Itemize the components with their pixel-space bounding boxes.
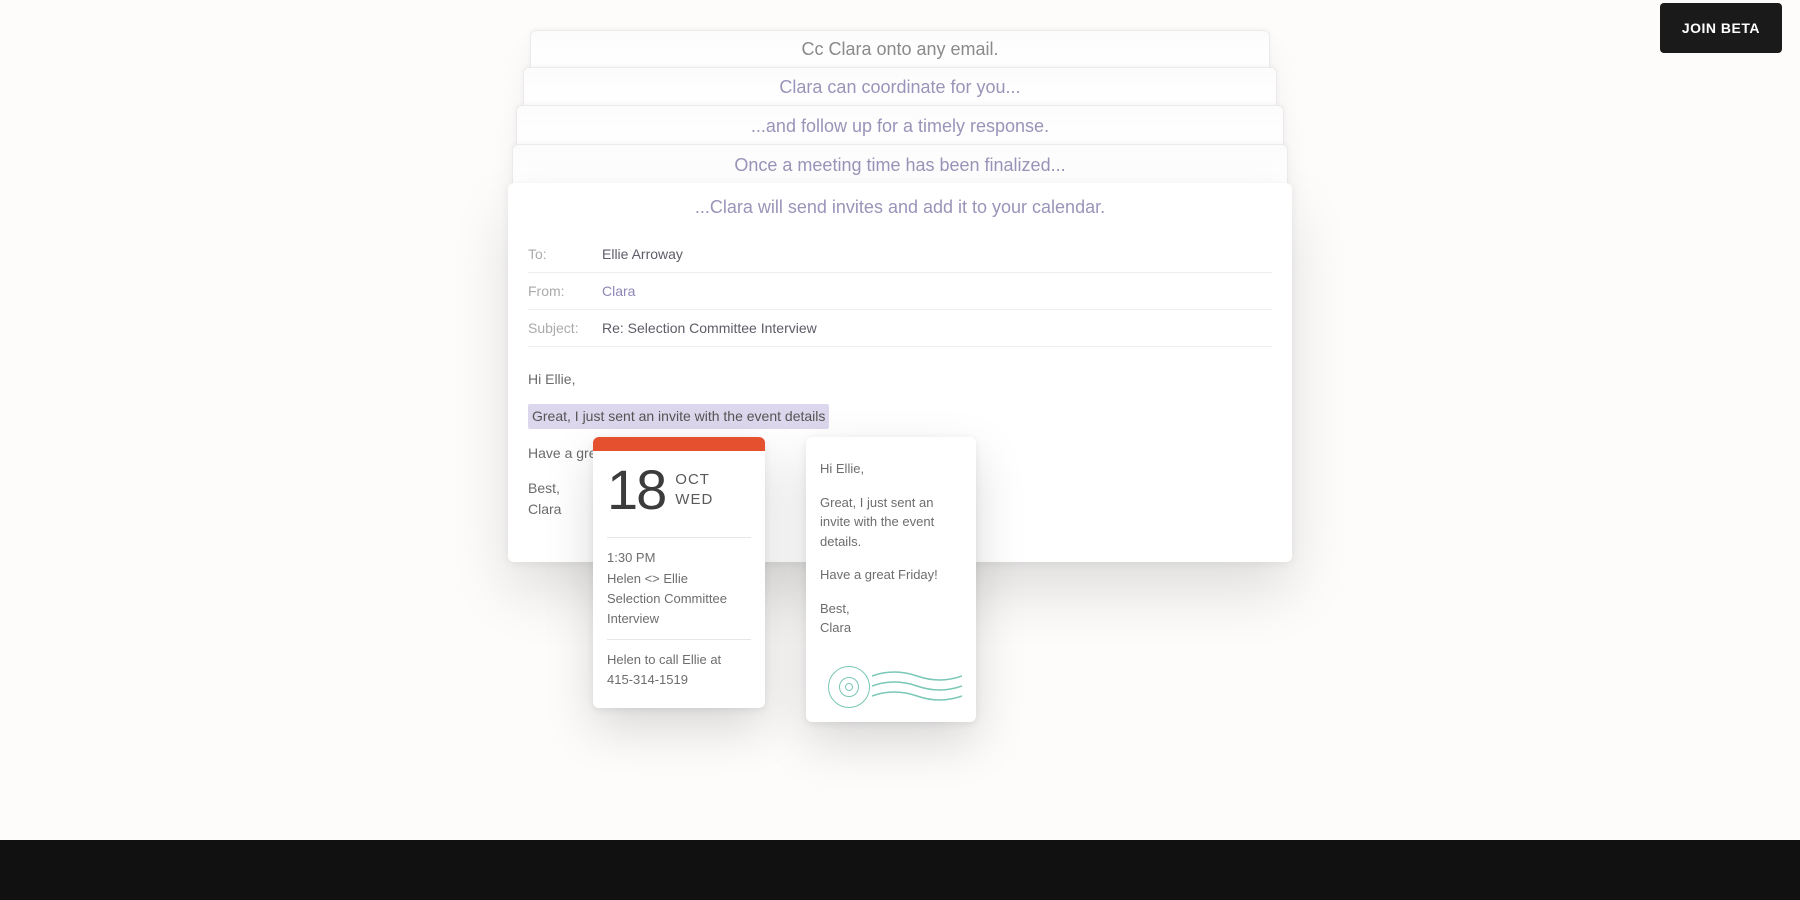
email-signoff-2: Clara [528,501,561,517]
note-body: Great, I just sent an invite with the ev… [820,493,962,552]
note-signoff-1: Best, [820,601,850,616]
email-greeting: Hi Ellie, [528,369,1272,390]
email-signoff-1: Best, [528,480,560,496]
postmark-stamp-icon [820,666,962,708]
divider [607,537,751,538]
calendar-accent-stripe [593,437,765,451]
stamp-circle-icon [828,666,870,708]
calendar-title-1: Helen <> Ellie [607,569,751,589]
stacked-card-2-text: Clara can coordinate for you... [779,77,1020,98]
email-from-row: From: Clara [528,273,1272,310]
from-label: From: [528,283,584,299]
stacked-card-3: ...and follow up for a timely response. [516,105,1284,147]
email-to-row: To: Ellie Arroway [528,236,1272,273]
email-tagline: ...Clara will send invites and add it to… [508,183,1292,236]
email-meta: To: Ellie Arroway From: Clara Subject: R… [508,236,1292,347]
calendar-detail: Helen to call Ellie at 415-314-1519 [607,650,751,690]
to-label: To: [528,246,584,262]
email-highlight: Great, I just sent an invite with the ev… [528,404,829,429]
stamp-waves-icon [872,670,962,704]
calendar-title-2: Selection Committee Interview [607,589,751,629]
calendar-month: OCT [675,470,713,490]
note-signoff-2: Clara [820,620,851,635]
calendar-phone: 415-314-1519 [607,670,751,690]
calendar-day-number: 18 [607,465,665,515]
calendar-date: 18 OCT WED [607,465,751,527]
note-greeting: Hi Ellie, [820,459,962,479]
stacked-card-3-text: ...and follow up for a timely response. [751,116,1049,137]
email-subject-row: Subject: Re: Selection Committee Intervi… [528,310,1272,347]
calendar-event: 1:30 PM Helen <> Ellie Selection Committ… [607,548,751,629]
note-card: Hi Ellie, Great, I just sent an invite w… [806,437,976,722]
to-value: Ellie Arroway [602,246,683,262]
subject-value: Re: Selection Committee Interview [602,320,817,336]
from-value: Clara [602,283,635,299]
stacked-card-1-text: Cc Clara onto any email. [801,39,998,60]
stacked-card-4-text: Once a meeting time has been finalized..… [734,155,1065,176]
note-line-2: Have a great Friday! [820,565,962,585]
calendar-detail-line: Helen to call Ellie at [607,650,751,670]
calendar-weekday: WED [675,490,713,510]
calendar-time: 1:30 PM [607,548,751,568]
stacked-card-2: Clara can coordinate for you... [523,67,1277,107]
calendar-card: 18 OCT WED 1:30 PM Helen <> Ellie Select… [593,437,765,708]
stacked-card-4: Once a meeting time has been finalized..… [512,144,1288,186]
footer-band [0,840,1800,900]
stacked-card-1: Cc Clara onto any email. [530,30,1270,68]
subject-label: Subject: [528,320,584,336]
join-beta-button[interactable]: JOIN BETA [1660,3,1782,53]
divider [607,639,751,640]
